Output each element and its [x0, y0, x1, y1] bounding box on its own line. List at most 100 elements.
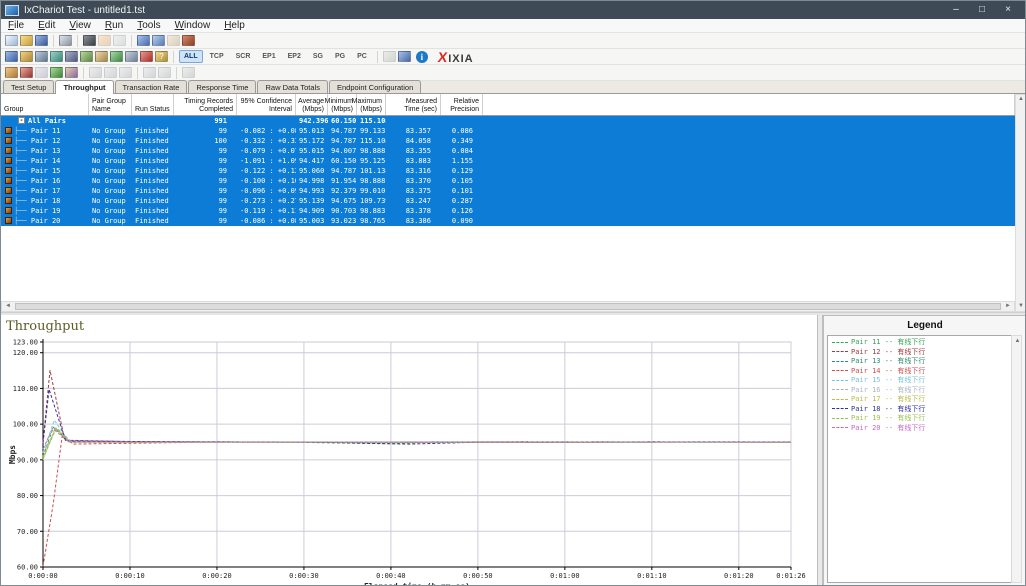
column-header-confidence[interactable]: 95% ConfidenceInterval: [237, 94, 296, 115]
voip-icon[interactable]: [50, 51, 63, 62]
filter-button-pc[interactable]: PC: [352, 50, 372, 63]
copy-results-icon[interactable]: [398, 51, 411, 62]
filter-button-ep1[interactable]: EP1: [257, 50, 280, 63]
table-row[interactable]: ├── Pair 20No GroupFinished99-0.086 : +0…: [1, 216, 1015, 226]
column-header-pair_group_name[interactable]: Pair GroupName: [89, 94, 132, 115]
scroll-up-icon[interactable]: ▲: [1012, 337, 1023, 346]
legend-entry[interactable]: Pair 14 -- 有线下行: [832, 367, 1017, 377]
scroll-left-icon[interactable]: ◄: [3, 302, 13, 311]
minimize-button[interactable]: –: [943, 2, 969, 18]
add-endpoint-icon[interactable]: [137, 35, 150, 46]
column-header-precision[interactable]: RelativePrecision: [441, 94, 483, 115]
cell-minimum: 91.954: [328, 176, 357, 186]
connect-icon[interactable]: [5, 51, 18, 62]
table-row[interactable]: ├── Pair 11No GroupFinished99-0.082 : +0…: [1, 126, 1015, 136]
cell-pair_group_name: No Group: [89, 196, 132, 206]
legend-entry[interactable]: Pair 12 -- 有线下行: [832, 348, 1017, 358]
table-row[interactable]: ├── Pair 14No GroupFinished99-1.091 : +1…: [1, 156, 1015, 166]
save-icon[interactable]: [35, 35, 48, 46]
run-test-icon[interactable]: [83, 35, 96, 46]
clipboard-icon[interactable]: [5, 67, 18, 78]
filter-button-ep2[interactable]: EP2: [283, 50, 306, 63]
edit-script-icon[interactable]: [95, 51, 108, 62]
results-chart-icon[interactable]: [110, 51, 123, 62]
report-icon[interactable]: [140, 51, 153, 62]
search-results-icon[interactable]: [125, 51, 138, 62]
clear-results-icon[interactable]: [50, 67, 63, 78]
cell-minimum: 94.675: [328, 196, 357, 206]
scrollbar-thumb[interactable]: [15, 303, 1001, 310]
menu-window[interactable]: Window: [168, 19, 218, 33]
column-header-run_status[interactable]: Run Status: [132, 94, 174, 115]
menu-view[interactable]: View: [62, 19, 98, 33]
legend-entry[interactable]: Pair 15 -- 有线下行: [832, 376, 1017, 386]
open-folder-icon[interactable]: [20, 35, 33, 46]
feedback-icon[interactable]: [20, 67, 33, 78]
column-header-group[interactable]: Group: [1, 94, 89, 115]
menu-run[interactable]: Run: [98, 19, 130, 33]
close-button[interactable]: ×: [995, 2, 1021, 18]
print-icon[interactable]: [59, 35, 72, 46]
toolbar-separator: [173, 51, 174, 63]
column-header-measured_time[interactable]: MeasuredTime (sec): [386, 94, 441, 115]
cell-timing_records: 991: [174, 116, 237, 126]
find-icon[interactable]: [182, 35, 195, 46]
pair-name: Pair 15: [27, 167, 61, 175]
info-icon[interactable]: i: [416, 51, 428, 63]
table-row[interactable]: ├── Pair 12No GroupFinished100-0.332 : +…: [1, 136, 1015, 146]
tab-raw-data-totals[interactable]: Raw Data Totals: [257, 80, 327, 93]
table-row[interactable]: ├── Pair 16No GroupFinished99-0.100 : +0…: [1, 176, 1015, 186]
color-palette-icon[interactable]: [65, 67, 78, 78]
table-row[interactable]: ├── Pair 13No GroupFinished99-0.079 : +0…: [1, 146, 1015, 156]
scroll-right-icon[interactable]: ►: [1003, 302, 1013, 311]
legend-entry[interactable]: Pair 18 -- 有线下行: [832, 405, 1017, 415]
column-header-maximum[interactable]: Maximum(Mbps): [357, 94, 386, 115]
filter-button-sg[interactable]: SG: [308, 50, 328, 63]
hardware-icon[interactable]: [80, 51, 93, 62]
column-header-timing_records[interactable]: Timing RecordsCompleted: [174, 94, 237, 115]
cell-run_status: Finished: [132, 166, 174, 176]
filter-button-tcp[interactable]: TCP: [205, 50, 229, 63]
table-row[interactable]: ├── Pair 15No GroupFinished99-0.122 : +0…: [1, 166, 1015, 176]
collapse-expander-icon[interactable]: -: [18, 117, 25, 124]
tab-response-time[interactable]: Response Time: [188, 80, 256, 93]
new-document-icon[interactable]: [5, 35, 18, 46]
tab-endpoint-configuration[interactable]: Endpoint Configuration: [329, 80, 421, 93]
column-header-average[interactable]: Average(Mbps): [296, 94, 328, 115]
swap-endpoints-icon[interactable]: [152, 35, 165, 46]
cell-confidence: [237, 116, 296, 126]
legend-scrollbar[interactable]: ▲: [1011, 335, 1022, 583]
legend-entry[interactable]: Pair 17 -- 有线下行: [832, 395, 1017, 405]
menu-tools[interactable]: Tools: [130, 19, 167, 33]
maximize-button[interactable]: □: [969, 2, 995, 18]
scroll-up-icon[interactable]: ▲: [1016, 95, 1026, 104]
table-horizontal-scrollbar[interactable]: ◄ ►: [1, 301, 1015, 312]
cell-pair_group_name: No Group: [89, 146, 132, 156]
scroll-down-icon[interactable]: ▼: [1016, 302, 1026, 311]
legend-entry[interactable]: Pair 16 -- 有线下行: [832, 386, 1017, 396]
filter-button-all[interactable]: ALL: [179, 50, 203, 63]
video-icon[interactable]: [65, 51, 78, 62]
cell-confidence: -0.096 : +0.096: [237, 186, 296, 196]
tab-transaction-rate[interactable]: Transaction Rate: [115, 80, 188, 93]
table-row[interactable]: ├── Pair 17No GroupFinished99-0.096 : +0…: [1, 186, 1015, 196]
filter-button-pg[interactable]: PG: [330, 50, 350, 63]
tab-test-setup[interactable]: Test Setup: [3, 80, 54, 93]
legend-entry[interactable]: Pair 13 -- 有线下行: [832, 357, 1017, 367]
legend-entry[interactable]: Pair 20 -- 有线下行: [832, 424, 1017, 434]
table-row-all-pairs[interactable]: -All Pairs991942.39660.150115.108: [1, 116, 1015, 126]
table-row[interactable]: ├── Pair 19No GroupFinished99-0.119 : +0…: [1, 206, 1015, 216]
legend-entry[interactable]: Pair 19 -- 有线下行: [832, 414, 1017, 424]
table-row[interactable]: ├── Pair 18No GroupFinished99-0.273 : +0…: [1, 196, 1015, 206]
tab-throughput[interactable]: Throughput: [55, 80, 113, 94]
filter-button-scr[interactable]: SCR: [231, 50, 256, 63]
menu-file[interactable]: File: [1, 19, 31, 33]
table-vertical-scrollbar[interactable]: ▲ ▼: [1015, 94, 1026, 312]
endpoint-pairs-icon[interactable]: [20, 51, 33, 62]
help-icon[interactable]: ?: [155, 51, 168, 62]
menu-edit[interactable]: Edit: [31, 19, 62, 33]
cell-run_status: Finished: [132, 136, 174, 146]
legend-entry[interactable]: Pair 11 -- 有线下行: [832, 338, 1017, 348]
console-icon[interactable]: [35, 51, 48, 62]
menu-help[interactable]: Help: [217, 19, 252, 33]
